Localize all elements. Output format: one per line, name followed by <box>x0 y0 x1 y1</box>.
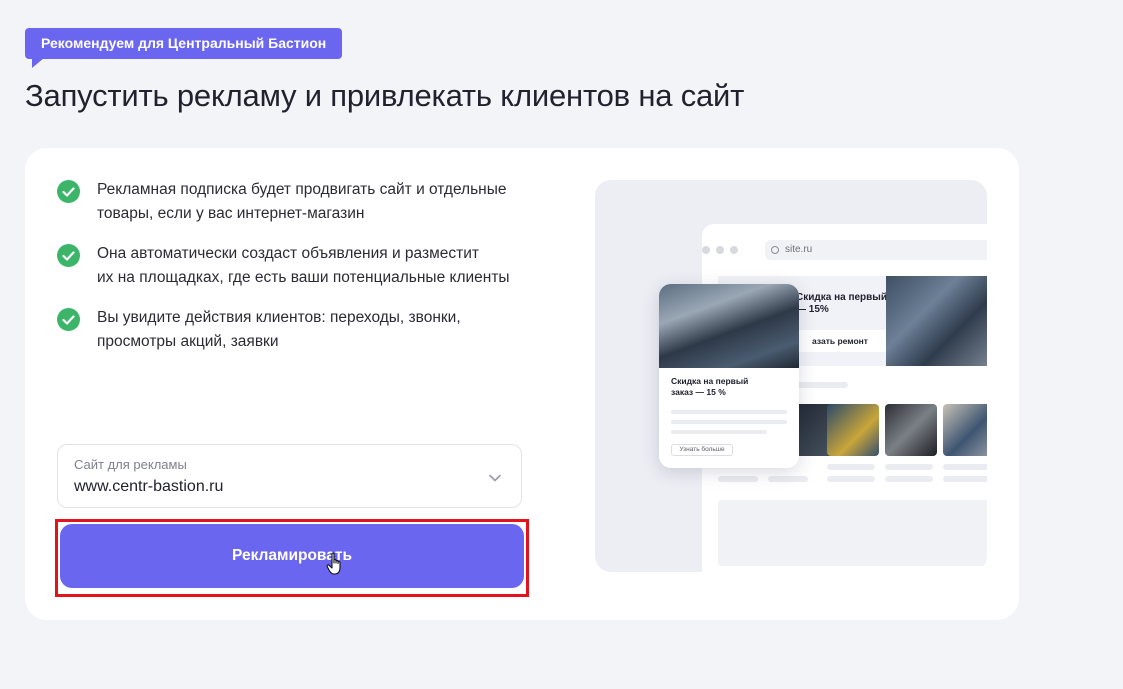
window-dot <box>702 246 710 254</box>
badge-tail <box>32 58 44 68</box>
placeholder-block <box>718 500 987 566</box>
ad-card-text: Скидка на первый заказ — 15 % <box>671 376 749 397</box>
placeholder-bar <box>768 476 808 482</box>
feature-list: Рекламная подписка будет продвигать сайт… <box>57 178 537 354</box>
thumbnail-image <box>943 404 987 456</box>
cta-highlight-frame: Рекламировать <box>55 519 529 597</box>
placeholder-bar <box>885 476 933 482</box>
thumbnail-image <box>885 404 937 456</box>
feature-text: Рекламная подписка будет продвигать сайт… <box>97 181 507 222</box>
promo-card: Рекламная подписка будет продвигать сайт… <box>25 148 1019 620</box>
placeholder-bar <box>671 410 787 414</box>
feature-item: Вы увидите действия клиентов: переходы, … <box>57 306 537 354</box>
site-select-value: www.centr-bastion.ru <box>74 478 224 495</box>
chevron-down-icon[interactable] <box>489 469 501 487</box>
check-circle-icon <box>57 244 80 267</box>
placeholder-bar <box>885 464 933 470</box>
page-title: Запустить рекламу и привлекать клиентов … <box>25 78 745 113</box>
placeholder-bar <box>671 420 787 424</box>
placeholder-bar <box>827 476 875 482</box>
url-bar: site.ru <box>765 240 987 260</box>
hero-text: Скидка на первый — 15% <box>796 292 887 315</box>
feature-text: Вы увидите действия клиентов: переходы, … <box>97 309 461 350</box>
placeholder-bar <box>718 476 758 482</box>
check-circle-icon <box>57 180 80 203</box>
mobile-ad-card: Скидка на первый заказ — 15 % Узнать бол… <box>659 284 799 468</box>
placeholder-bar <box>671 430 767 434</box>
site-select-label: Сайт для рекламы <box>74 457 187 472</box>
advertise-button[interactable]: Рекламировать <box>60 524 524 588</box>
window-dot <box>730 246 738 254</box>
placeholder-bar <box>943 476 987 482</box>
placeholder-bar <box>827 464 875 470</box>
hero-button: азать ремонт <box>788 330 892 352</box>
site-select[interactable]: Сайт для рекламы www.centr-bastion.ru <box>57 444 522 508</box>
feature-item: Рекламная подписка будет продвигать сайт… <box>57 178 537 226</box>
site-preview-illustration: site.ru Скидка на первый — 15% азать рем… <box>595 180 987 572</box>
url-text: site.ru <box>785 244 813 255</box>
thumbnail-image <box>827 404 879 456</box>
mechanic-photo <box>886 276 987 366</box>
globe-icon <box>771 246 779 254</box>
placeholder-bar <box>943 464 987 470</box>
check-circle-icon <box>57 308 80 331</box>
car-service-photo <box>659 284 799 368</box>
feature-text: Она автоматически создаст объявления и р… <box>97 245 510 286</box>
feature-item: Она автоматически создаст объявления и р… <box>57 242 537 290</box>
recommendation-badge: Рекомендуем для Центральный Бастион <box>25 28 343 59</box>
window-dot <box>716 246 724 254</box>
ad-card-button: Узнать больше <box>671 444 733 456</box>
hand-cursor-icon <box>326 552 344 581</box>
